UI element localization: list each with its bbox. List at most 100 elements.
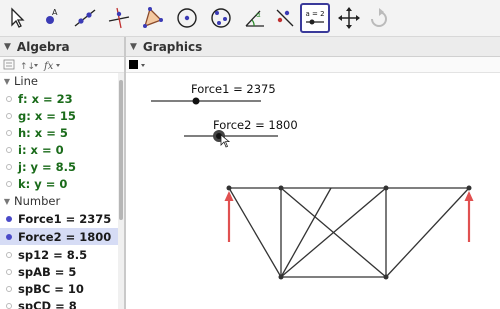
circle-center-icon — [177, 8, 197, 28]
algebra-item-text: sp12 = 8.5 — [18, 247, 88, 262]
visibility-toggle-icon[interactable] — [0, 95, 18, 102]
algebra-item-h[interactable]: h: x = 5 — [0, 124, 118, 141]
category-number[interactable]: ▼ Number — [0, 193, 118, 209]
algebra-sort-icon[interactable]: ↑↓ — [20, 62, 38, 72]
graphics-panel-header[interactable]: ▼ Graphics — [126, 37, 500, 57]
polygon-tool-button[interactable] — [138, 3, 168, 33]
truss-joint[interactable] — [383, 185, 389, 191]
category-label: Number — [14, 194, 61, 208]
algebra-item-force2[interactable]: Force2 = 1800 — [0, 228, 118, 245]
slider-tool-button[interactable]: a = 2 — [300, 3, 330, 33]
visibility-toggle-icon[interactable] — [0, 302, 18, 309]
algebra-item-text: spAB = 5 — [18, 264, 77, 279]
algebra-item-text: Force1 = 2375 — [18, 211, 112, 226]
truss-joint[interactable] — [226, 185, 232, 191]
line-tool-button[interactable] — [70, 3, 100, 33]
algebra-item-text: i: x = 0 — [18, 142, 64, 157]
redo-icon — [371, 8, 387, 27]
color-dropdown-icon[interactable] — [141, 64, 145, 67]
undo-redo-icon[interactable] — [364, 3, 394, 33]
visibility-toggle-icon[interactable] — [0, 112, 18, 119]
truss-joint[interactable] — [466, 185, 472, 191]
force2-arrowhead — [464, 191, 474, 201]
visibility-toggle-icon[interactable] — [0, 180, 18, 187]
algebra-item-text: spCD = 8 — [18, 298, 77, 309]
toolbar: A α a = 2 — [0, 0, 500, 37]
graphics-view[interactable]: Force1 = 2375 Force2 = 1800 — [126, 73, 500, 309]
graphics-stylebar — [126, 57, 500, 73]
expand-triangle-icon[interactable]: ▼ — [0, 77, 14, 86]
visibility-toggle-icon[interactable] — [0, 233, 18, 240]
visibility-toggle-icon[interactable] — [0, 251, 18, 258]
algebra-item-text: g: x = 15 — [18, 108, 76, 123]
algebra-item-text: spBC = 10 — [18, 281, 84, 296]
graphics-stylebar-icons — [129, 60, 145, 69]
algebra-item-text: h: x = 5 — [18, 125, 68, 140]
algebra-fx-icon[interactable]: fx — [43, 61, 60, 72]
algebra-item-spab[interactable]: spAB = 5 — [0, 263, 118, 280]
algebra-item-spbc[interactable]: spBC = 10 — [0, 280, 118, 297]
collapse-triangle-icon[interactable]: ▼ — [4, 42, 11, 52]
truss-joint[interactable] — [278, 185, 284, 191]
truss-joint[interactable] — [383, 274, 389, 280]
algebra-item-f[interactable]: f: x = 23 — [0, 90, 118, 107]
algebra-item-g[interactable]: g: x = 15 — [0, 107, 118, 124]
angle-tool-button[interactable]: α — [240, 3, 270, 33]
move-arrow-icon — [11, 7, 25, 28]
algebra-item-text: k: y = 0 — [18, 176, 68, 191]
svg-text:α: α — [256, 11, 261, 19]
circle-three-points-tool-button[interactable] — [206, 3, 236, 33]
move-graphics-view-tool-button[interactable] — [334, 3, 364, 33]
algebra-stylebar-icons: ↑↓ fx — [3, 59, 60, 72]
perpendicular-line-tool-button[interactable] — [104, 3, 134, 33]
visibility-toggle-icon[interactable] — [0, 163, 18, 170]
svg-text:A: A — [52, 8, 58, 17]
force-arrows — [224, 191, 474, 242]
category-label: Line — [14, 74, 38, 88]
perpendicular-line-icon — [108, 7, 130, 29]
algebra-item-text: j: y = 8.5 — [18, 159, 77, 174]
algebra-item-spcd[interactable]: spCD = 8 — [0, 297, 118, 309]
algebra-item-text: Force2 = 1800 — [18, 229, 112, 244]
move-view-arrows-icon — [338, 7, 360, 29]
truss-right-diagonal — [385, 187, 470, 278]
visibility-toggle-icon[interactable] — [0, 285, 18, 292]
algebra-item-i[interactable]: i: x = 0 — [0, 141, 118, 158]
point-icon: A — [46, 8, 58, 24]
visibility-toggle-icon[interactable] — [0, 146, 18, 153]
expand-triangle-icon[interactable]: ▼ — [0, 197, 14, 206]
algebra-panel-header[interactable]: ▼ Algebra — [0, 37, 124, 57]
visibility-toggle-icon[interactable] — [0, 215, 18, 222]
circle-center-point-tool-button[interactable] — [172, 3, 202, 33]
algebra-item-sp12[interactable]: sp12 = 8.5 — [0, 246, 118, 263]
reflect-icon — [276, 9, 294, 27]
truss-left-diagonal — [228, 187, 282, 278]
color-swatch-icon[interactable] — [129, 60, 138, 69]
point-tool-button[interactable]: A — [36, 3, 66, 33]
truss-diagonal-2 — [280, 187, 332, 278]
category-line[interactable]: ▼ Line — [0, 73, 118, 89]
visibility-toggle-icon[interactable] — [0, 129, 18, 136]
polygon-icon — [143, 7, 163, 28]
algebra-item-force1[interactable]: Force1 = 2375 — [0, 210, 118, 227]
algebra-view-toggle-icon[interactable] — [3, 59, 15, 70]
force1-slider-knob[interactable] — [192, 97, 200, 105]
truss-joints — [226, 185, 472, 280]
algebra-item-k[interactable]: k: y = 0 — [0, 175, 118, 192]
reflect-tool-button[interactable] — [270, 3, 300, 33]
angle-icon: α — [245, 10, 264, 27]
collapse-triangle-icon[interactable]: ▼ — [130, 42, 137, 52]
svg-text:↑↓: ↑↓ — [20, 62, 35, 72]
slider-icon: a = 2 — [303, 8, 327, 28]
algebra-stylebar: ↑↓ fx — [0, 57, 124, 73]
svg-text:fx: fx — [43, 61, 54, 72]
algebra-scrollbar-thumb[interactable] — [119, 80, 123, 220]
graphics-title: Graphics — [142, 39, 203, 54]
algebra-item-j[interactable]: j: y = 8.5 — [0, 158, 118, 175]
algebra-title: Algebra — [16, 39, 70, 54]
truss-joint[interactable] — [278, 274, 284, 280]
circle-three-points-icon — [211, 8, 231, 28]
move-tool-button[interactable] — [2, 3, 32, 33]
visibility-toggle-icon[interactable] — [0, 268, 18, 275]
graphics-canvas — [151, 97, 474, 280]
